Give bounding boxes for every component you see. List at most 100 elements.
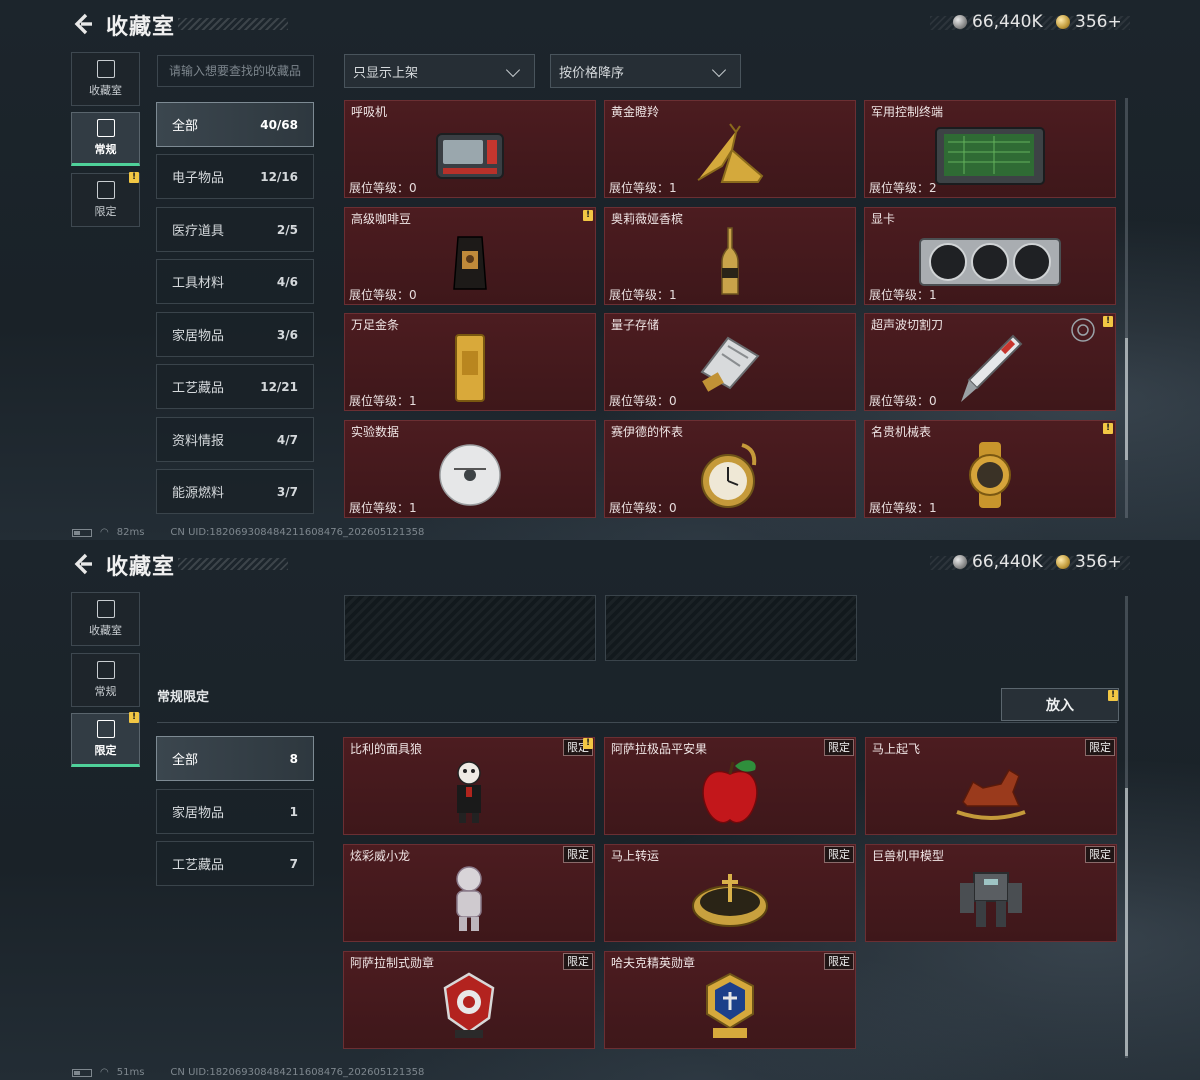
category-household[interactable]: 家居物品 1 (156, 789, 314, 834)
regular-icon (96, 661, 115, 679)
uid-readout: CN UID:182069308484211608476_20260512135… (170, 527, 425, 538)
limited-icon (96, 181, 115, 199)
item-card[interactable]: 超声波切割刀 ! 展位等级：0 (864, 313, 1116, 411)
item-card[interactable]: 比利的面具狼 限定 ! (343, 737, 595, 835)
chevron-down-icon (711, 62, 727, 78)
item-name: 马上转运 (611, 849, 660, 863)
item-card[interactable]: 奥莉薇娅香槟 展位等级：1 (604, 207, 856, 305)
battery-icon (72, 528, 92, 537)
category-count: 4/7 (276, 432, 298, 447)
limited-tag: 限定 (824, 739, 854, 756)
nav-tab-regular[interactable]: 常规 (71, 653, 140, 707)
item-card[interactable]: 马上起飞 限定 (865, 737, 1117, 835)
red-apple-icon (702, 759, 758, 824)
section-title: 常规限定 (157, 690, 210, 705)
item-level: 展位等级：0 (609, 501, 677, 515)
gold-bar-icon (455, 333, 485, 402)
category-label: 工艺藏品 (172, 381, 225, 396)
nav-tab-collection[interactable]: 收藏室 (71, 592, 140, 646)
wifi-icon: ◠ (100, 1067, 109, 1078)
item-card[interactable]: 阿萨拉制式勋章 限定 (343, 951, 595, 1049)
champagne-bottle-icon (721, 227, 739, 295)
gold-coin-icon (1056, 15, 1070, 29)
nav-tab-label: 常规 (94, 143, 117, 156)
silver-coin-icon (953, 555, 967, 569)
search-input[interactable] (157, 55, 314, 87)
item-card[interactable]: 实验数据 展位等级：1 (344, 420, 596, 518)
item-card[interactable]: 巨兽机甲模型 限定 (865, 844, 1117, 942)
put-in-button[interactable]: 放入 (1001, 688, 1119, 721)
item-level: 展位等级：1 (869, 501, 937, 515)
put-in-button-label: 放入 (1046, 697, 1074, 714)
item-card[interactable]: 万足金条 展位等级：1 (344, 313, 596, 411)
category-all[interactable]: 全部 8 (156, 736, 314, 781)
category-tools[interactable]: 工具材料 4/6 (156, 259, 314, 304)
golden-gazelle-icon (697, 123, 764, 183)
item-card[interactable]: 显卡 展位等级：1 (864, 207, 1116, 305)
item-card[interactable]: 名贵机械表 ! 展位等级：1 (864, 420, 1116, 518)
category-count: 40/68 (260, 117, 298, 132)
gold-amount: 356+ (1075, 12, 1122, 32)
empty-slot (605, 595, 857, 661)
filter-dropdown-label: 只显示上架 (353, 65, 419, 81)
silver-amount: 66,440K (972, 552, 1043, 572)
item-card[interactable]: 赛伊德的怀表 展位等级：0 (604, 420, 856, 518)
sort-dropdown[interactable]: 按价格降序 (550, 54, 741, 88)
category-electronics[interactable]: 电子物品 12/16 (156, 154, 314, 199)
category-count: 3/6 (276, 327, 298, 342)
graphics-card-icon (919, 237, 1061, 286)
item-level: 展位等级：1 (349, 501, 417, 515)
filter-dropdown[interactable]: 只显示上架 (344, 54, 535, 88)
nav-tab-regular[interactable]: 常规 (71, 112, 140, 166)
limited-icon (96, 720, 115, 738)
item-card[interactable]: 黄金瞪羚 展位等级：1 (604, 100, 856, 198)
alert-badge-icon: ! (129, 712, 139, 723)
category-crafts[interactable]: 工艺藏品 7 (156, 841, 314, 886)
category-label: 能源燃料 (172, 486, 225, 501)
nav-tab-collection[interactable]: 收藏室 (71, 52, 140, 106)
item-card[interactable]: 马上转运 限定 (604, 844, 856, 942)
item-card[interactable]: 炫彩威小龙 限定 (343, 844, 595, 942)
item-level: 展位等级：0 (609, 394, 677, 408)
rocking-horse-icon (956, 768, 1026, 820)
ultrasonic-knife-icon (961, 334, 1023, 402)
back-arrow-icon[interactable] (72, 12, 94, 36)
category-count: 12/21 (260, 379, 298, 394)
alert-badge-icon: ! (583, 210, 593, 221)
collection-icon (96, 600, 115, 618)
scrollbar-thumb[interactable] (1125, 788, 1128, 1056)
category-household[interactable]: 家居物品 3/6 (156, 312, 314, 357)
item-level: 展位等级：1 (609, 181, 677, 195)
item-card[interactable]: 高级咖啡豆 ! 展位等级：0 (344, 207, 596, 305)
alert-badge-icon: ! (1108, 690, 1118, 701)
medal-icon (443, 972, 495, 1038)
category-crafts[interactable]: 工艺藏品 12/21 (156, 364, 314, 409)
item-name: 显卡 (871, 212, 896, 226)
item-name: 哈夫克精英勋章 (611, 956, 696, 970)
item-name: 阿萨拉制式勋章 (350, 956, 435, 970)
item-card[interactable]: 呼吸机 展位等级：0 (344, 100, 596, 198)
category-all[interactable]: 全部 40/68 (156, 102, 314, 147)
chevron-down-icon (505, 62, 521, 78)
item-name: 马上起飞 (872, 742, 921, 756)
category-energy[interactable]: 能源燃料 3/7 (156, 469, 314, 514)
item-name: 阿萨拉极品平安果 (611, 742, 708, 756)
item-level: 展位等级：0 (349, 181, 417, 195)
silver-amount: 66,440K (972, 12, 1043, 32)
scrollbar-thumb[interactable] (1125, 338, 1128, 460)
item-card[interactable]: 军用控制终端 展位等级：2 (864, 100, 1116, 198)
back-arrow-icon[interactable] (72, 552, 94, 576)
nav-tab-label: 限定 (94, 205, 117, 218)
battery-icon (72, 1068, 92, 1077)
ventilator-icon (436, 132, 504, 179)
item-card[interactable]: 哈夫克精英勋章 限定 (604, 951, 856, 1049)
item-name: 高级咖啡豆 (351, 212, 412, 226)
category-intel[interactable]: 资料情报 4/7 (156, 417, 314, 462)
section-divider (157, 722, 1117, 723)
alert-badge-icon: ! (1103, 316, 1113, 327)
item-card[interactable]: 量子存储 展位等级：0 (604, 313, 856, 411)
category-medical[interactable]: 医疗道具 2/5 (156, 207, 314, 252)
category-label: 工艺藏品 (172, 858, 225, 873)
item-card[interactable]: 阿萨拉极品平安果 限定 (604, 737, 856, 835)
item-name: 巨兽机甲模型 (872, 849, 945, 863)
